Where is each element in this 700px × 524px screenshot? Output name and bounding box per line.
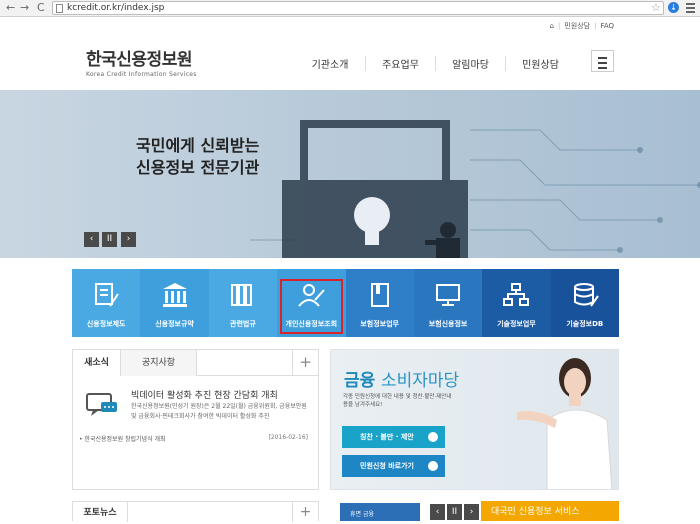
consumer-title-bold: 금융	[344, 371, 376, 391]
tab-notice[interactable]: 공지사항	[121, 350, 197, 376]
page-icon	[56, 4, 63, 13]
nav-item-about[interactable]: 기관소개	[295, 56, 365, 71]
institution-icon	[162, 283, 187, 307]
news-tab-header: 새소식 공지사항 +	[73, 350, 318, 376]
pager-prev-button[interactable]: ‹	[430, 504, 445, 520]
consumer-title: 소비자마당	[381, 371, 460, 391]
util-complaint-link[interactable]: 민원상담	[564, 21, 590, 31]
main-navigation: 기관소개 주요업무 알림마당 민원상담	[295, 56, 575, 71]
quick-item-credit-rules[interactable]: 신용정보규약	[140, 269, 209, 337]
quick-item-label: 보험정보업무	[360, 320, 399, 328]
nav-item-business[interactable]: 주요업무	[365, 56, 435, 71]
pager-next-button[interactable]: ›	[464, 504, 479, 520]
photo-more-button[interactable]: +	[292, 502, 318, 522]
hero-title-line1: 국민에게 신뢰받는	[136, 136, 260, 155]
arrow-circle-icon	[428, 461, 438, 471]
quick-item-tech-db[interactable]: 기술정보DB	[550, 269, 619, 337]
quick-item-personal-credit[interactable]: 개인신용정보조회	[277, 269, 346, 337]
logo-english: Korea Credit Information Services	[86, 71, 197, 78]
books-icon	[230, 284, 252, 306]
logo-korean: 한국신용정보원	[86, 50, 192, 70]
news-summary: 한국신용정보원(민성기 원장)은 2월 22일(월) 금융위원회, 금융보안원 …	[131, 403, 307, 420]
quick-item-credit-system[interactable]: 신용정보제도	[72, 269, 141, 337]
quick-item-insurance-credit[interactable]: 보험신용정보	[413, 269, 483, 337]
database-icon	[573, 283, 599, 307]
browser-menu-icon[interactable]	[686, 3, 695, 15]
tab-news[interactable]: 새소식	[73, 350, 121, 376]
consumer-desc: 각종 민원신청에 대한 내용 및 청찬·불만·제안내용을 남겨주세요!	[343, 394, 452, 408]
menu-icon[interactable]	[591, 50, 614, 72]
feedback-button-label: 칭찬 · 불만 · 제안	[360, 433, 414, 441]
quick-menu: 신용정보제도 신용정보규약 관련법규 개인신용정보조회 보험정보업무 보험신용정…	[72, 269, 619, 337]
nav-item-support[interactable]: 민원상담	[505, 56, 575, 71]
separator: |	[594, 22, 597, 30]
news-headline[interactable]: 빅데이터 활성화 추진 현장 간담회 개최	[131, 388, 278, 401]
news-date: [2016-02-16]	[268, 434, 308, 441]
credit-service-banner[interactable]: 대국민 신용정보 서비스	[481, 501, 619, 521]
separator: |	[557, 22, 561, 30]
quick-item-label: 신용정보규약	[155, 320, 194, 328]
hero-next-button[interactable]: ›	[121, 232, 136, 247]
back-button[interactable]: ←	[6, 2, 15, 14]
woman-photo	[517, 358, 613, 489]
news-more-button[interactable]: +	[292, 350, 318, 376]
extension-icon[interactable]: ↓	[668, 2, 679, 13]
quick-item-label: 기술정보업무	[497, 320, 536, 328]
quick-item-label: 개인신용정보조회	[285, 320, 338, 328]
photo-news-panel: 포토뉴스 +	[72, 501, 319, 522]
network-icon	[503, 283, 530, 306]
home-icon[interactable]: ⌂	[550, 22, 554, 30]
book-icon	[370, 283, 389, 307]
complaint-button-label: 민원신청 바로가기	[360, 462, 414, 470]
site-logo[interactable]: 한국신용정보원 Korea Credit Information Service…	[86, 45, 197, 78]
news-list-item[interactable]: • 한국신용정보원 창립기념식 개최	[79, 434, 166, 443]
quick-item-label: 기술정보DB	[566, 320, 604, 328]
hero-prev-button[interactable]: ‹	[84, 232, 99, 247]
quick-item-label: 보험신용정보	[428, 320, 468, 328]
util-faq-link[interactable]: FAQ	[600, 22, 614, 30]
hero-title: 국민에게 신뢰받는 신용정보 전문기관	[136, 135, 259, 179]
address-bar[interactable]: kcredit.or.kr/index.jsp	[52, 1, 664, 15]
chat-icon	[86, 393, 117, 416]
quick-item-insurance-work[interactable]: 보험정보업무	[345, 269, 414, 337]
news-panel: 새소식 공지사항 + 빅데이터 활성화 추진 현장 간담회 개최 한국신용정보원…	[72, 349, 319, 490]
photo-news-title[interactable]: 포토뉴스	[73, 502, 128, 522]
photo-thumbnail[interactable]: 휴면 금융	[340, 503, 420, 521]
pager-pause-button[interactable]: II	[447, 504, 462, 520]
nav-item-notice[interactable]: 알림마당	[435, 56, 505, 71]
hero-pause-button[interactable]: II	[102, 232, 117, 247]
reload-button[interactable]: C	[37, 2, 45, 14]
quick-item-laws[interactable]: 관련법규	[208, 269, 278, 337]
monitor-icon	[436, 284, 461, 306]
url-text: kcredit.or.kr/index.jsp	[67, 3, 165, 13]
user-edit-icon	[298, 284, 326, 307]
document-pen-icon	[95, 283, 120, 307]
quick-item-label: 신용정보제도	[86, 320, 126, 328]
complaint-button[interactable]: 민원신청 바로가기	[342, 455, 445, 477]
consumer-banner: 금융 소비자마당 각종 민원신청에 대한 내용 및 청찬·불만·제안내용을 남겨…	[330, 349, 619, 490]
quick-item-label: 관련법규	[230, 320, 256, 328]
forward-button[interactable]: →	[20, 2, 29, 14]
feedback-button[interactable]: 칭찬 · 불만 · 제안	[342, 426, 445, 448]
quick-item-tech-work[interactable]: 기술정보업무	[482, 269, 551, 337]
thumb-text: 휴면 금융	[350, 511, 374, 518]
utility-links: ⌂ | 민원상담 | FAQ	[550, 21, 615, 31]
browser-toolbar: ← → C kcredit.or.kr/index.jsp ☆ ↓	[0, 0, 700, 17]
hero-title-line2: 신용정보 전문기관	[136, 158, 260, 177]
bookmark-star-icon[interactable]: ☆	[651, 1, 661, 14]
arrow-circle-icon	[428, 432, 438, 442]
